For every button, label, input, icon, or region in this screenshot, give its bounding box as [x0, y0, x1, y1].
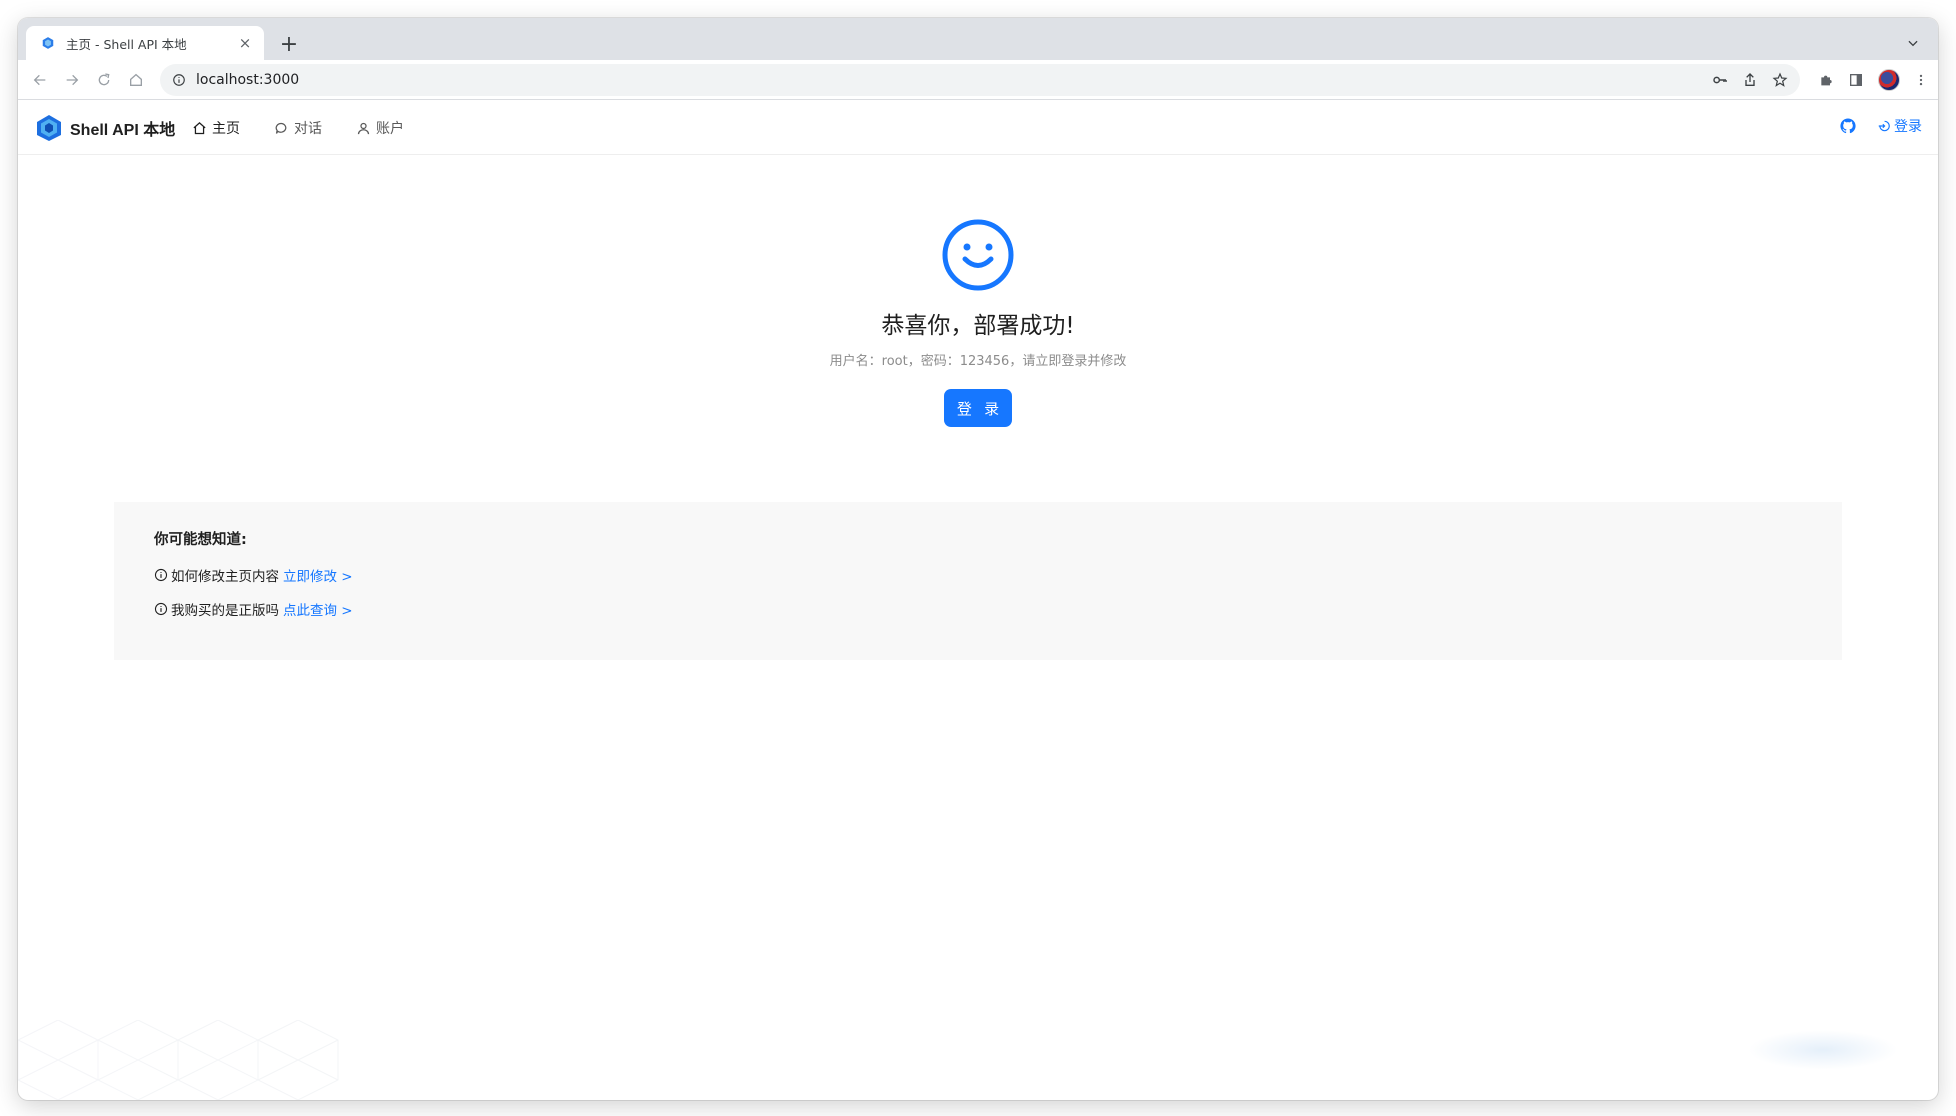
- browser-menu-icon[interactable]: [1914, 72, 1928, 88]
- faq-panel: 你可能想知道: 如何修改主页内容 立即修改 > 我购买的是正版吗 点此查询 >: [114, 502, 1842, 660]
- brand-logo-icon: [36, 114, 62, 142]
- browser-tab[interactable]: 主页 - Shell API 本地 ×: [26, 26, 264, 60]
- info-icon: [154, 602, 168, 616]
- side-panel-icon[interactable]: [1848, 72, 1864, 88]
- url-text: localhost:3000: [196, 72, 300, 88]
- tab-strip: 主页 - Shell API 本地 × +: [18, 18, 1938, 60]
- smile-icon: [941, 218, 1015, 292]
- tab-close-icon[interactable]: ×: [236, 34, 254, 52]
- info-icon: [154, 568, 168, 582]
- nav-item-account[interactable]: 账户: [356, 118, 404, 138]
- user-icon: [356, 121, 371, 136]
- faq-title: 你可能想知道:: [154, 532, 247, 548]
- nav-item-label: 主页: [212, 121, 240, 137]
- brand-logo-link[interactable]: Shell API 本地: [36, 114, 175, 142]
- home-icon: [192, 121, 207, 136]
- profile-avatar[interactable]: [1878, 69, 1900, 91]
- favicon-icon: [40, 35, 56, 51]
- faq-question: 如何修改主页内容: [171, 569, 279, 585]
- brand-name: Shell API 本地: [70, 122, 176, 139]
- reload-icon[interactable]: [88, 64, 120, 96]
- faq-link-verify[interactable]: 点此查询 >: [283, 599, 353, 619]
- github-icon[interactable]: [1839, 117, 1857, 135]
- tab-title: 主页 - Shell API 本地: [66, 36, 187, 52]
- success-hero: 恭喜你，部署成功! 用户名：root，密码：123456，请立即登录并修改 登 …: [18, 218, 1938, 427]
- back-arrow-icon[interactable]: [24, 64, 56, 96]
- new-tab-button[interactable]: +: [276, 32, 302, 58]
- forward-arrow-icon[interactable]: [56, 64, 88, 96]
- chat-icon: [274, 121, 289, 136]
- share-icon[interactable]: [1742, 72, 1758, 88]
- browser-toolbar: localhost:3000: [18, 60, 1938, 100]
- nav-item-label: 账户: [376, 121, 404, 137]
- header-login-link[interactable]: 登录: [1877, 116, 1922, 136]
- nav-item-chat[interactable]: 对话: [274, 118, 322, 138]
- nav-item-label: 对话: [294, 121, 322, 137]
- faq-item: 如何修改主页内容 立即修改 >: [154, 565, 1802, 585]
- login-button[interactable]: 登 录: [944, 389, 1012, 427]
- login-icon: [1877, 119, 1891, 133]
- faq-item: 我购买的是正版吗 点此查询 >: [154, 599, 1802, 619]
- background-glow: [1748, 1030, 1898, 1070]
- faq-question: 我购买的是正版吗: [171, 603, 279, 619]
- site-info-icon[interactable]: [172, 73, 186, 87]
- hero-subtitle: 用户名：root，密码：123456，请立即登录并修改: [829, 354, 1127, 369]
- tab-search-chevron-icon[interactable]: [1902, 32, 1924, 54]
- extensions-puzzle-icon[interactable]: [1818, 72, 1834, 88]
- address-bar[interactable]: localhost:3000: [160, 64, 1800, 96]
- header-login-label: 登录: [1894, 119, 1922, 135]
- home-browser-icon[interactable]: [120, 64, 152, 96]
- hero-title: 恭喜你，部署成功!: [881, 313, 1075, 339]
- bookmark-star-icon[interactable]: [1772, 72, 1788, 88]
- browser-window: 主页 - Shell API 本地 × + localhost:3000 She…: [18, 18, 1938, 1100]
- background-pattern: [18, 1020, 339, 1100]
- app-header: Shell API 本地 主页 对话 账户 登录: [18, 101, 1938, 155]
- nav-item-home[interactable]: 主页: [192, 118, 240, 138]
- faq-link-edit[interactable]: 立即修改 >: [283, 565, 353, 585]
- key-icon[interactable]: [1712, 72, 1728, 88]
